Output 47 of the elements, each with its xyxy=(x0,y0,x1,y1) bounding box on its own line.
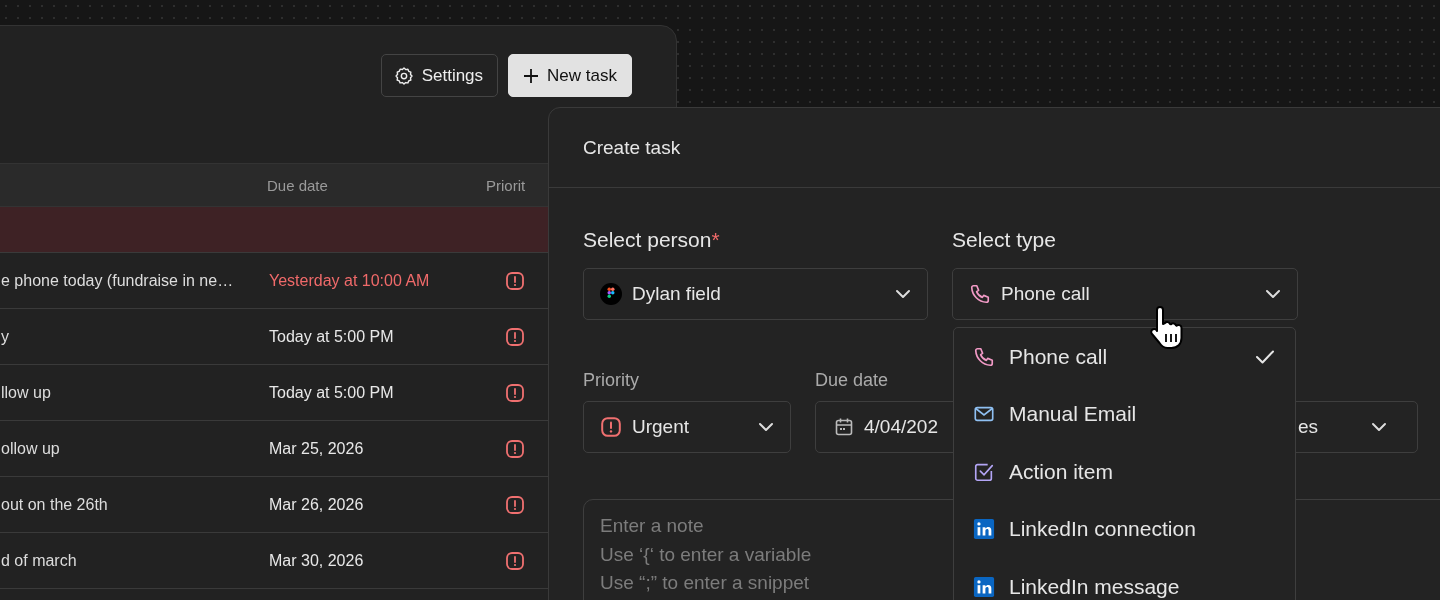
phone-icon xyxy=(969,283,991,305)
due-date: Yesterday at 10:00 AM xyxy=(269,271,431,290)
linkedin-icon xyxy=(973,575,995,598)
check-icon xyxy=(1255,348,1275,365)
plus-icon xyxy=(523,67,540,84)
alert-icon xyxy=(505,326,525,347)
field-label: Select type xyxy=(952,228,1057,253)
menu-item[interactable]: LinkedIn connection xyxy=(954,500,1295,558)
alert-icon xyxy=(505,270,525,291)
chevron-down-icon xyxy=(1265,289,1281,299)
chevron-down-icon xyxy=(895,289,911,299)
priority-select[interactable]: Urgent xyxy=(583,401,791,453)
task-title: llow up xyxy=(0,383,52,402)
due-date: Today at 5:00 PM xyxy=(269,327,395,346)
chevron-down-icon xyxy=(758,422,774,432)
dialog-title: Create task xyxy=(583,136,681,159)
alert-icon xyxy=(505,494,525,515)
chevron-down-icon xyxy=(1371,422,1387,432)
alert-icon xyxy=(600,416,622,438)
field-label: Select person* xyxy=(583,228,721,253)
task-title: e phone today (fundraise in ne… xyxy=(0,271,235,290)
type-select[interactable]: Phone call xyxy=(952,268,1298,320)
settings-icon xyxy=(393,65,414,86)
alert-icon xyxy=(505,550,525,571)
task-title: out on the 26th xyxy=(0,495,109,514)
alert-icon xyxy=(505,438,525,459)
logo-icon xyxy=(600,283,622,305)
new-task-button[interactable]: New task xyxy=(508,54,632,97)
task-title: d of march xyxy=(0,551,78,570)
due-date: Mar 26, 2026 xyxy=(269,495,365,514)
task-title: y xyxy=(0,327,10,346)
hand-cursor-icon xyxy=(1148,306,1184,350)
task-title: ollow up xyxy=(0,439,61,458)
menu-item[interactable]: Phone call xyxy=(954,328,1295,386)
settings-button[interactable]: Settings xyxy=(380,54,499,97)
field-label: Priority xyxy=(583,370,640,392)
due-date: Today at 5:00 PM xyxy=(269,383,395,402)
linkedin-icon xyxy=(973,518,995,541)
due-date: Mar 30, 2026 xyxy=(269,551,365,570)
due-date: Mar 25, 2026 xyxy=(269,439,365,458)
calendar-icon xyxy=(834,417,854,437)
person-select[interactable]: Dylan field xyxy=(583,268,928,320)
field-label: Due date xyxy=(815,370,890,392)
phone-icon xyxy=(973,345,995,368)
column-header[interactable]: Due date xyxy=(267,176,486,194)
alert-icon xyxy=(505,382,525,403)
menu-item[interactable]: LinkedIn message xyxy=(954,558,1295,600)
